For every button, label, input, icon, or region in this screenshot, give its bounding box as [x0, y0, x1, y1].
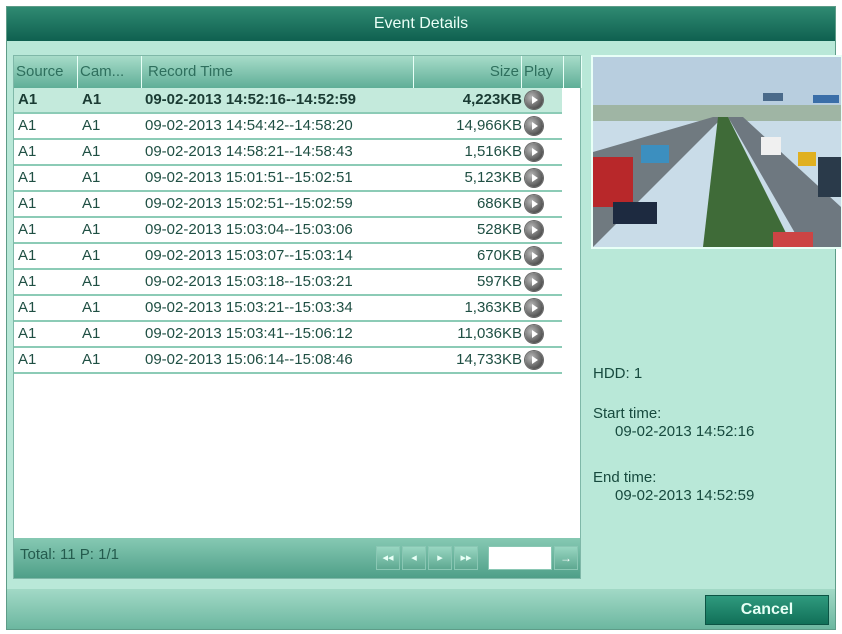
bottom-bar: Cancel [7, 589, 835, 629]
cell-source: A1 [18, 117, 37, 134]
cell-size: 1,516KB [464, 143, 522, 160]
cell-source: A1 [18, 247, 37, 264]
cell-record-time: 09-02-2013 15:03:04--15:03:06 [145, 221, 353, 238]
cell-source: A1 [18, 325, 37, 342]
cell-record-time: 09-02-2013 15:03:07--15:03:14 [145, 247, 353, 264]
column-play[interactable]: Play [522, 56, 564, 88]
start-time-value: 09-02-2013 14:52:16 [615, 423, 755, 440]
cell-camera: A1 [82, 351, 101, 368]
table-row[interactable]: A1 A1 09-02-2013 15:06:14--15:08:46 14,733K… [14, 348, 562, 374]
table-row[interactable]: A1 A1 09-02-2013 15:03:18--15:03:21 597KB [14, 270, 562, 296]
cell-source: A1 [18, 91, 38, 108]
start-time-label: Start time: [593, 405, 662, 422]
table-row[interactable]: A1 A1 09-02-2013 14:58:21--14:58:43 1,516KB [14, 140, 562, 166]
dialog-title: Event Details [7, 7, 835, 41]
cell-record-time: 09-02-2013 14:54:42--14:58:20 [145, 117, 353, 134]
next-page-icon[interactable]: ▸ [428, 546, 452, 570]
cell-record-time: 09-02-2013 15:01:51--15:02:51 [145, 169, 353, 186]
column-record-time[interactable]: Record Time [142, 56, 414, 88]
cell-source: A1 [18, 143, 37, 160]
last-page-icon[interactable]: ▸▸ [454, 546, 478, 570]
cell-record-time: 09-02-2013 15:03:41--15:06:12 [145, 325, 353, 342]
column-camera[interactable]: Cam... [78, 56, 142, 88]
table-row[interactable]: A1 A1 09-02-2013 15:03:04--15:03:06 528KB [14, 218, 562, 244]
video-preview [591, 55, 842, 249]
table-row[interactable]: A1 A1 09-02-2013 15:03:21--15:03:34 1,363KB [14, 296, 562, 322]
cell-record-time: 09-02-2013 15:03:18--15:03:21 [145, 273, 353, 290]
table-footer: Total: 11 P: 1/1 ◂◂ ◂ ▸ ▸▸ → [14, 538, 580, 578]
column-size[interactable]: Size [414, 56, 522, 88]
cell-camera: A1 [82, 273, 101, 290]
cell-size: 528KB [476, 221, 522, 238]
end-time-block: End time: 09-02-2013 14:52:59 [593, 469, 754, 505]
event-table: Source Cam... Record Time Size Play A1 A1… [13, 55, 582, 579]
table-row[interactable]: A1 A1 09-02-2013 14:52:16--14:52:59 4,223KB [14, 88, 562, 114]
cell-source: A1 [18, 351, 37, 368]
cell-size: 4,223KB [462, 91, 522, 108]
cell-camera: A1 [82, 195, 101, 212]
play-icon[interactable] [525, 143, 543, 161]
page-input[interactable] [488, 546, 552, 570]
play-icon[interactable] [525, 169, 543, 187]
cell-size: 11,036KB [457, 325, 522, 342]
event-details-dialog: Event Details Source Cam... Record Time … [6, 6, 842, 630]
first-page-icon[interactable]: ◂◂ [376, 546, 400, 570]
start-time-block: Start time: 09-02-2013 14:52:16 [593, 405, 754, 441]
cell-size: 686KB [476, 195, 522, 212]
cell-record-time: 09-02-2013 15:02:51--15:02:59 [145, 195, 353, 212]
cell-camera: A1 [82, 169, 101, 186]
cell-source: A1 [18, 169, 37, 186]
end-time-label: End time: [593, 469, 657, 486]
cell-source: A1 [18, 299, 37, 316]
cell-camera: A1 [82, 91, 102, 108]
cell-camera: A1 [82, 299, 101, 316]
prev-page-icon[interactable]: ◂ [402, 546, 426, 570]
cell-camera: A1 [82, 221, 101, 238]
cell-source: A1 [18, 221, 37, 238]
table-row[interactable]: A1 A1 09-02-2013 15:03:41--15:06:12 11,036K… [14, 322, 562, 348]
goto-icon[interactable]: → [554, 546, 578, 570]
cell-camera: A1 [82, 117, 101, 134]
cell-source: A1 [18, 273, 37, 290]
cell-size: 670KB [476, 247, 522, 264]
cell-size: 1,363KB [464, 299, 522, 316]
column-source[interactable]: Source [14, 56, 78, 88]
total-count: Total: 11 P: 1/1 [20, 546, 119, 563]
table-header: Source Cam... Record Time Size Play [14, 56, 582, 88]
cell-size: 5,123KB [464, 169, 522, 186]
table-row[interactable]: A1 A1 09-02-2013 15:01:51--15:02:51 5,123KB [14, 166, 562, 192]
play-icon[interactable] [525, 195, 543, 213]
cell-camera: A1 [82, 143, 101, 160]
cell-record-time: 09-02-2013 15:03:21--15:03:34 [145, 299, 353, 316]
play-icon[interactable] [525, 351, 543, 369]
end-time-value: 09-02-2013 14:52:59 [615, 487, 755, 504]
cell-record-time: 09-02-2013 15:06:14--15:08:46 [145, 351, 353, 368]
table-row[interactable]: A1 A1 09-02-2013 15:03:07--15:03:14 670KB [14, 244, 562, 270]
play-icon[interactable] [525, 247, 543, 265]
hdd-info: HDD: 1 [593, 365, 643, 382]
cell-record-time: 09-02-2013 14:58:21--14:58:43 [145, 143, 353, 160]
cell-record-time: 09-02-2013 14:52:16--14:52:59 [145, 91, 356, 108]
cell-size: 14,733KB [456, 351, 522, 368]
table-row[interactable]: A1 A1 09-02-2013 14:54:42--14:58:20 14,966K… [14, 114, 562, 140]
cell-size: 14,966KB [456, 117, 522, 134]
play-icon[interactable] [525, 325, 543, 343]
play-icon[interactable] [525, 117, 543, 135]
column-scroll [564, 56, 582, 88]
cell-camera: A1 [82, 247, 101, 264]
play-icon[interactable] [525, 91, 543, 109]
table-body: A1 A1 09-02-2013 14:52:16--14:52:59 4,223KB… [14, 88, 580, 374]
cell-source: A1 [18, 195, 37, 212]
cell-camera: A1 [82, 325, 101, 342]
highway-thumbnail [593, 57, 841, 247]
play-icon[interactable] [525, 299, 543, 317]
cell-size: 597KB [476, 273, 522, 290]
play-icon[interactable] [525, 273, 543, 291]
table-row[interactable]: A1 A1 09-02-2013 15:02:51--15:02:59 686KB [14, 192, 562, 218]
play-icon[interactable] [525, 221, 543, 239]
cancel-button[interactable]: Cancel [705, 595, 829, 625]
